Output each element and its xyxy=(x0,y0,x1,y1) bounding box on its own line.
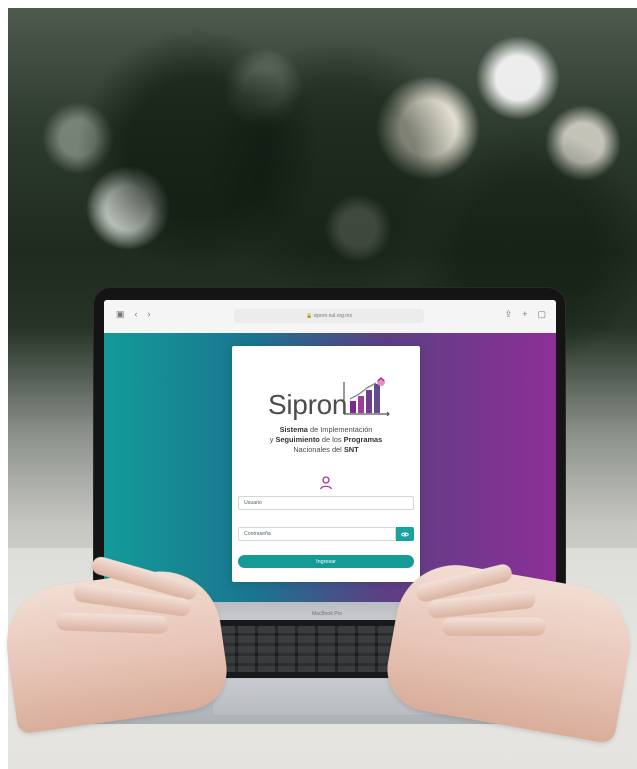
subtitle-bold-3: SNT xyxy=(343,444,359,454)
share-icon[interactable]: ⇪ xyxy=(505,309,513,320)
lock-icon: 🔒 xyxy=(306,313,314,319)
login-card: Sipron Sistema de Implementación y Segui… xyxy=(232,346,420,582)
laptop-screen: ▣ ‹ › 🔒 sipron.nal.org.mx ⇪ + ▢ Sipron S… xyxy=(104,300,556,612)
browser-right-controls: ⇪ + ▢ xyxy=(505,309,546,320)
address-bar[interactable]: 🔒 sipron.nal.org.mx xyxy=(234,309,424,323)
username-placeholder: Usuario xyxy=(244,500,262,506)
browser-toolbar: ▣ ‹ › 🔒 sipron.nal.org.mx ⇪ + ▢ xyxy=(104,300,556,334)
right-finger-3 xyxy=(441,617,546,636)
address-text: sipron.nal.org.mx xyxy=(313,313,352,319)
subtitle-bold-1: Sistema xyxy=(279,425,308,434)
sipron-logo: Sipron xyxy=(268,374,390,422)
chevron-right-icon[interactable]: › xyxy=(148,309,151,320)
logo-wordmark: Sipron xyxy=(268,389,348,420)
password-input[interactable]: Contraseña xyxy=(238,527,396,541)
subtitle-text-1: de Implementación xyxy=(307,425,373,434)
subtitle-bold-2b: Programas xyxy=(343,434,383,444)
plus-icon[interactable]: + xyxy=(522,309,527,320)
system-subtitle: Sistema de Implementación y Seguimiento … xyxy=(246,425,406,455)
eye-icon xyxy=(401,532,409,536)
laptop-brand-label: MacBook Pro xyxy=(311,611,342,617)
tabs-icon[interactable]: ▢ xyxy=(537,309,546,320)
chevron-left-icon[interactable]: ‹ xyxy=(135,309,138,320)
show-password-button[interactable] xyxy=(396,527,414,541)
chart-logo-icon xyxy=(343,377,390,416)
subtitle-text-2b: de los xyxy=(319,434,344,444)
browser-left-controls: ▣ ‹ › xyxy=(116,309,151,320)
subtitle-text-3: Nacionales del xyxy=(293,444,344,454)
login-button[interactable]: Ingresar xyxy=(238,555,414,568)
left-finger-3 xyxy=(56,612,169,635)
subtitle-bold-2a: Seguimiento xyxy=(275,434,320,444)
user-icon xyxy=(319,476,333,490)
sidebar-toggle-icon[interactable]: ▣ xyxy=(116,309,125,320)
password-placeholder: Contraseña xyxy=(244,531,271,537)
username-input[interactable]: Usuario xyxy=(238,496,414,510)
